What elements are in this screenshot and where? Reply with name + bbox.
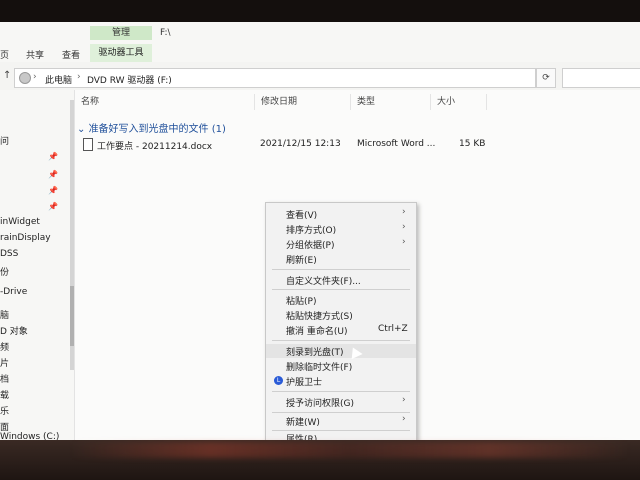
file-modified: 2021/12/15 12:13 bbox=[260, 139, 341, 149]
column-size[interactable]: 大小 bbox=[431, 94, 487, 110]
menu-separator bbox=[272, 340, 410, 341]
menu-item-paste[interactable]: 粘贴(P) bbox=[266, 293, 416, 307]
refresh-button[interactable]: ⟳ bbox=[536, 68, 556, 88]
menu-item-customize[interactable]: 自定义文件夹(F)... bbox=[266, 273, 416, 287]
tab-share[interactable]: 共享 bbox=[26, 48, 44, 61]
group-header[interactable]: ⌄ 准备好写入到光盘中的文件 (1) bbox=[77, 120, 226, 135]
nav-item[interactable]: rainDisplay bbox=[0, 233, 51, 243]
menu-item-undo[interactable]: 撤消 重命名(U) Ctrl+Z bbox=[266, 323, 416, 337]
menu-item-label: 新建(W) bbox=[286, 418, 320, 428]
chevron-right-icon: › bbox=[402, 222, 406, 232]
nav-item[interactable]: 载 bbox=[0, 388, 9, 401]
menu-separator bbox=[272, 391, 410, 392]
address-bar[interactable]: › 此电脑 › DVD RW 驱动器 (F:) ⌄ bbox=[14, 68, 542, 88]
screen-reflection bbox=[70, 442, 630, 458]
word-document-icon bbox=[83, 138, 93, 151]
nav-item[interactable]: -Drive bbox=[0, 287, 27, 297]
menu-item-sort[interactable]: 排序方式(O) › bbox=[266, 222, 416, 236]
pin-icon: 📌 bbox=[48, 170, 58, 179]
nav-item[interactable]: 问 bbox=[0, 134, 9, 147]
table-row[interactable]: 工作要点 - 20211214.docx 2021/12/15 12:13 Mi… bbox=[83, 137, 503, 153]
column-type[interactable]: 类型 bbox=[351, 94, 431, 110]
menu-separator bbox=[272, 289, 410, 290]
ribbon-title-bar: 管理 F:\ bbox=[0, 22, 640, 44]
chevron-down-icon: ⌄ bbox=[77, 124, 89, 135]
chevron-right-icon: › bbox=[402, 237, 406, 247]
menu-item-properties[interactable]: 属性(R) bbox=[266, 431, 416, 440]
chevron-right-icon: › bbox=[402, 207, 406, 217]
nav-item[interactable]: DSS bbox=[0, 249, 18, 259]
menu-separator bbox=[272, 412, 410, 413]
menu-item-label: 分组依据(P) bbox=[286, 241, 335, 251]
explorer-window: 管理 F:\ 页 共享 查看 驱动器工具 ↑ › 此电脑 › DVD RW 驱动… bbox=[0, 22, 640, 440]
chevron-right-icon: › bbox=[402, 414, 406, 424]
chevron-right-icon: › bbox=[402, 395, 406, 405]
context-group-label: 管理 bbox=[90, 26, 152, 40]
breadcrumb-this-pc[interactable]: 此电脑 bbox=[45, 73, 72, 86]
menu-item-label: 粘贴(P) bbox=[286, 297, 317, 307]
file-name: 工作要点 - 20211214.docx bbox=[97, 142, 213, 152]
menu-item-burn[interactable]: 刻录到光盘(T) bbox=[266, 344, 416, 358]
navigation-pane: 问 📌 📌 📌 📌 inWidget rainDisplay DSS 份 -Dr… bbox=[0, 90, 75, 440]
search-input[interactable] bbox=[562, 68, 640, 88]
menu-item-label: 刷新(E) bbox=[286, 256, 317, 266]
nav-item[interactable]: 频 bbox=[0, 340, 9, 353]
nav-item[interactable]: 档 bbox=[0, 372, 9, 385]
address-row: ↑ › 此电脑 › DVD RW 驱动器 (F:) ⌄ ⟳ bbox=[0, 62, 640, 90]
menu-item-label: 粘贴快捷方式(S) bbox=[286, 312, 353, 322]
column-modified[interactable]: 修改日期 bbox=[255, 94, 351, 110]
window-title: F:\ bbox=[160, 28, 171, 38]
nav-item[interactable]: inWidget bbox=[0, 217, 40, 227]
menu-item-refresh[interactable]: 刷新(E) bbox=[266, 252, 416, 266]
nav-item[interactable]: D 对象 bbox=[0, 324, 28, 337]
pin-icon: 📌 bbox=[48, 202, 58, 211]
context-menu: 查看(V) › 排序方式(O) › 分组依据(P) › 刷新(E) 自定义文件夹… bbox=[265, 202, 417, 440]
nav-item[interactable]: 份 bbox=[0, 265, 9, 278]
pin-icon: 📌 bbox=[48, 186, 58, 195]
nav-item[interactable]: 乐 bbox=[0, 404, 9, 417]
shield-icon: L bbox=[274, 376, 283, 385]
file-type: Microsoft Word ... bbox=[357, 139, 436, 149]
menu-item-label: 授予访问权限(G) bbox=[286, 399, 354, 409]
nav-item[interactable]: 脑 bbox=[0, 308, 9, 321]
ribbon-tabs: 页 共享 查看 驱动器工具 bbox=[0, 44, 640, 63]
tab-home[interactable]: 页 bbox=[0, 48, 9, 61]
chevron-right-icon: › bbox=[33, 72, 37, 82]
chevron-right-icon: › bbox=[77, 72, 81, 82]
breadcrumb-drive[interactable]: DVD RW 驱动器 (F:) bbox=[87, 73, 172, 86]
monitor-top-bezel bbox=[0, 0, 640, 22]
menu-item-shortcut: Ctrl+Z bbox=[378, 324, 408, 334]
menu-item-paste-shortcut[interactable]: 粘贴快捷方式(S) bbox=[266, 308, 416, 322]
menu-item-group[interactable]: 分组依据(P) › bbox=[266, 237, 416, 251]
menu-item-label: 护服卫士 bbox=[286, 378, 323, 388]
menu-item-delete-temp[interactable]: 删除临时文件(F) bbox=[266, 359, 416, 373]
menu-separator bbox=[272, 269, 410, 270]
menu-item-label: 刻录到光盘(T) bbox=[286, 348, 344, 358]
menu-item-label: 撤消 重命名(U) bbox=[286, 327, 348, 337]
drive-icon bbox=[19, 72, 31, 84]
up-arrow-icon[interactable]: ↑ bbox=[3, 70, 11, 81]
menu-item-label: 查看(V) bbox=[286, 211, 318, 221]
menu-item-label: 删除临时文件(F) bbox=[286, 363, 353, 373]
menu-item-label: 排序方式(O) bbox=[286, 226, 337, 236]
group-title: 准备好写入到光盘中的文件 (1) bbox=[88, 124, 226, 135]
nav-item[interactable]: 片 bbox=[0, 356, 9, 369]
tab-drive-tools[interactable]: 驱动器工具 bbox=[90, 44, 152, 62]
tab-view[interactable]: 查看 bbox=[62, 48, 80, 61]
menu-item-view[interactable]: 查看(V) › bbox=[266, 207, 416, 221]
pin-icon: 📌 bbox=[48, 152, 58, 161]
menu-item-label: 属性(R) bbox=[286, 435, 318, 440]
menu-item-label: 自定义文件夹(F)... bbox=[286, 277, 361, 287]
file-size: 15 KB bbox=[459, 139, 486, 149]
nav-scrollbar-thumb[interactable] bbox=[70, 286, 74, 346]
menu-item-access[interactable]: 授予访问权限(G) › bbox=[266, 395, 416, 409]
menu-item-security[interactable]: L 护服卫士 bbox=[266, 374, 416, 388]
nav-item-windows-c[interactable]: Windows (C:) bbox=[0, 432, 59, 440]
menu-item-new[interactable]: 新建(W) › bbox=[266, 414, 416, 428]
column-name[interactable]: 名称 bbox=[75, 94, 255, 110]
